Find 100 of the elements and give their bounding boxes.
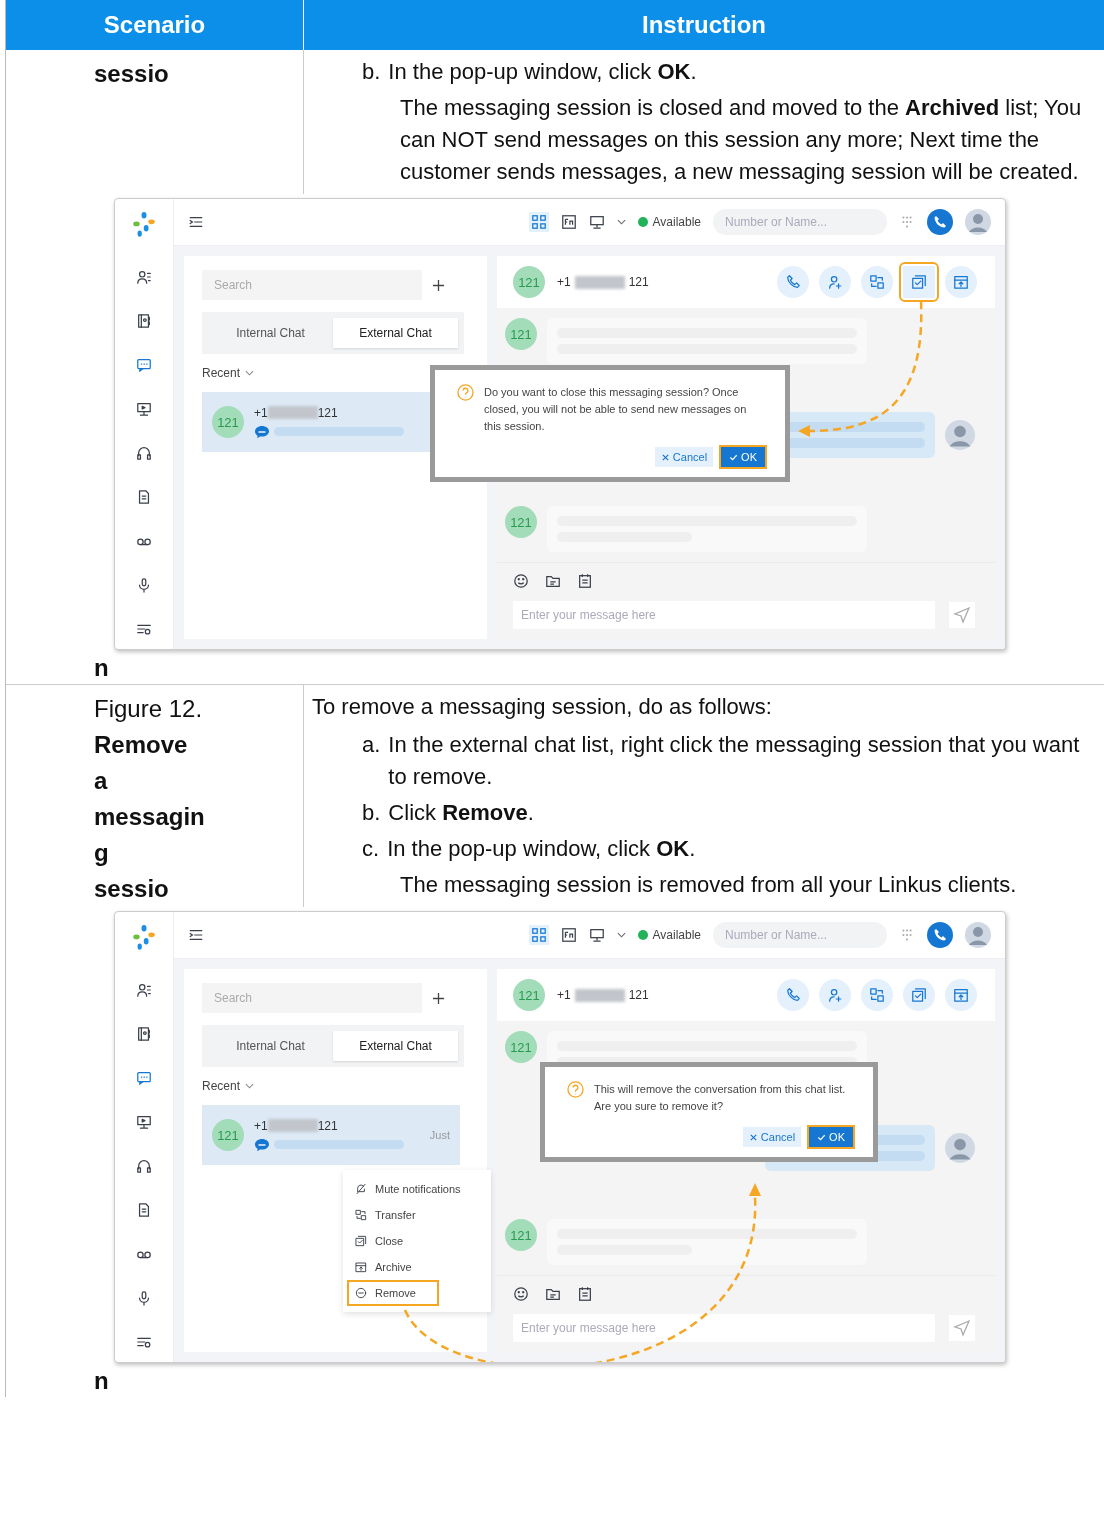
column-header: Scenario	[6, 0, 304, 50]
minus-circle-icon	[355, 1287, 367, 1299]
status-selector[interactable]: Available	[637, 928, 701, 942]
chat-tab[interactable]: External Chat	[333, 318, 458, 348]
conversation-item[interactable]: 121 +1 121 Just	[202, 1105, 460, 1165]
contact-avatar: 121	[505, 1219, 537, 1251]
check-icon	[729, 452, 739, 462]
call-button[interactable]	[777, 979, 809, 1011]
close-icon	[660, 452, 670, 462]
scenario-text: messagin	[94, 802, 206, 832]
plus-icon[interactable]	[432, 278, 445, 292]
step-marker: b.	[362, 58, 381, 86]
ok-button[interactable]: OK	[721, 447, 765, 467]
call-button[interactable]	[927, 922, 953, 948]
close-button[interactable]	[903, 979, 935, 1011]
caret-icon[interactable]	[616, 932, 626, 938]
status-selector[interactable]: Available	[637, 215, 701, 229]
question-icon	[457, 384, 474, 401]
add-person-icon	[827, 987, 843, 1003]
keyboard-key-icon[interactable]	[560, 927, 577, 943]
user-avatar-icon	[945, 420, 975, 450]
user-avatar-icon	[945, 1133, 975, 1163]
microphone-icon	[136, 577, 152, 593]
menu-icon[interactable]	[188, 927, 204, 943]
scenario-text: g	[94, 838, 110, 868]
contact-avatar: 121	[505, 318, 537, 350]
call-button[interactable]	[777, 266, 809, 298]
chat-tab[interactable]: External Chat	[333, 1031, 458, 1061]
emoji-icon[interactable]	[513, 573, 529, 589]
add-person-icon	[827, 274, 843, 290]
emoji-icon[interactable]	[513, 1286, 529, 1302]
ok-button[interactable]: OK	[809, 1127, 853, 1147]
step-marker: a.	[362, 731, 381, 759]
transfer-button[interactable]	[861, 266, 893, 298]
question-icon	[567, 1081, 584, 1098]
step-text: In the pop-up window, click OK.	[387, 835, 696, 863]
menu-item[interactable]: Transfer	[347, 1202, 487, 1228]
transfer-icon	[869, 274, 885, 290]
plus-icon[interactable]	[432, 991, 445, 1005]
chat-tab[interactable]: Internal Chat	[208, 1031, 333, 1061]
transfer-button[interactable]	[861, 979, 893, 1011]
bell-slash-icon	[355, 1183, 367, 1195]
dialog-message: Do you want to close this messaging session? Once closed, you will not be able to send new messages on this session.	[484, 385, 748, 434]
cancel-button[interactable]: Cancel	[742, 1127, 802, 1147]
result-text: The messaging session is removed from all your Linkus clients.	[400, 871, 1018, 899]
recent-dropdown[interactable]: Recent	[202, 366, 255, 380]
scenario-text: sessio	[94, 59, 170, 89]
phone-number-suffix: 121	[628, 275, 649, 289]
qr-code-icon[interactable]	[528, 925, 549, 945]
redacted-block	[267, 406, 318, 419]
user-avatar-icon[interactable]	[965, 209, 991, 235]
phone-number-prefix: +1	[557, 988, 571, 1002]
message-time: Just	[429, 1129, 450, 1141]
checked-window-icon	[911, 274, 927, 290]
instruction-text: To remove a messaging session, do as follows:	[312, 693, 773, 721]
qr-code-icon[interactable]	[528, 212, 549, 232]
scenario-text: n	[94, 1367, 109, 1394]
step-text: In the external chat list, right click the messaging session that you want to remove.	[388, 731, 1081, 791]
check-icon	[817, 1132, 827, 1142]
user-avatar-icon[interactable]	[965, 922, 991, 948]
menu-item[interactable]: Remove	[347, 1280, 439, 1306]
scenario-text: Remove	[94, 730, 189, 760]
step-text: In the pop-up window, click OK.	[388, 58, 697, 86]
phone-number-suffix: 121	[317, 1118, 338, 1133]
phone-number-prefix: +1	[254, 405, 268, 420]
person-list-icon	[136, 982, 152, 998]
scenario-text: Figure 12.	[94, 694, 204, 724]
recent-dropdown[interactable]: Recent	[202, 1079, 255, 1093]
menu-item[interactable]: Archive	[347, 1254, 487, 1280]
transfer-icon	[869, 987, 885, 1003]
dialog-message: This will remove the conversation from this chat list. Are you sure to remove it?	[594, 1082, 847, 1114]
phone-number-suffix: 121	[317, 405, 338, 420]
column-header: Instruction	[641, 10, 767, 40]
cancel-button[interactable]: Cancel	[654, 447, 714, 467]
add-contact-button[interactable]	[819, 979, 851, 1011]
caret-icon[interactable]	[616, 219, 626, 225]
keyboard-key-icon[interactable]	[560, 214, 577, 230]
chat-tab[interactable]: Internal Chat	[208, 318, 333, 348]
redacted-block	[574, 275, 625, 289]
notepad-icon[interactable]	[577, 1286, 593, 1302]
document-icon	[136, 489, 152, 505]
scenario-text: n	[94, 654, 109, 681]
monitor-icon[interactable]	[588, 927, 605, 943]
menu-item[interactable]: Mute notifications	[347, 1176, 487, 1202]
add-contact-button[interactable]	[819, 266, 851, 298]
transfer-icon	[355, 1209, 367, 1221]
call-button[interactable]	[927, 209, 953, 235]
headset-icon	[136, 445, 152, 461]
monitor-icon[interactable]	[588, 214, 605, 230]
chat-bubble-icon	[136, 357, 152, 373]
menu-icon[interactable]	[188, 214, 204, 230]
person-list-icon	[136, 269, 152, 285]
folder-icon[interactable]	[545, 1286, 561, 1302]
result-text: The messaging session is closed and moved to the Archived list; You can NOT send messages on this session any more; Next time the customer sends messages, a new messaging session will be created.	[400, 94, 1083, 186]
contact-avatar: 121	[505, 506, 537, 538]
archive-button[interactable]	[945, 266, 977, 298]
notepad-icon[interactable]	[577, 573, 593, 589]
folder-icon[interactable]	[545, 573, 561, 589]
archive-button[interactable]	[945, 979, 977, 1011]
menu-item[interactable]: Close	[347, 1228, 487, 1254]
